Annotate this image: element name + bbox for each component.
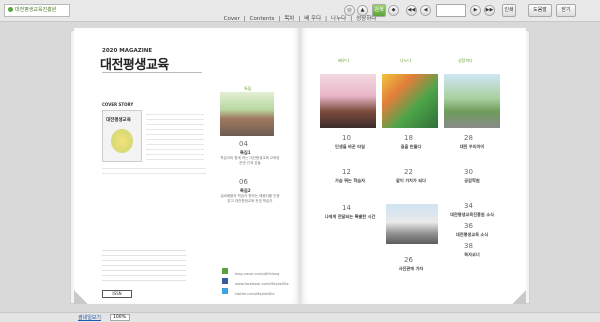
logo-icon <box>8 7 13 12</box>
grow-photo <box>444 74 500 128</box>
toc-link-contents[interactable]: Contents <box>250 16 275 22</box>
twitter-link-row[interactable]: twitter.com/MaybeDile <box>222 280 275 299</box>
toc-link-cover[interactable]: Cover <box>224 16 240 22</box>
toolbar: 대전평생교육진흥원 Cover | Contents | 목차 | 배 우다 | 나누다 | 성장하… <box>0 0 600 22</box>
col-header-learn: 배우다 <box>338 58 350 63</box>
print-button[interactable]: 인쇄 <box>502 4 516 17</box>
book-viewer: 2020 MAGAZINE 대전평생교육 COVER STORY 대전평생교육 … <box>70 24 530 312</box>
toc-item-10-title[interactable]: 인생을 바꾼 타일 <box>326 144 374 150</box>
toc-item-14-title[interactable]: 나에게 전달되는 특별한 시간 <box>314 214 386 220</box>
toc-item-36-title[interactable]: 대전평생교육 소식 <box>438 232 506 238</box>
thumbnail-view-link[interactable]: 썸네일보기 <box>78 314 101 321</box>
toc-item-38-title[interactable]: 독자코너 <box>438 252 506 258</box>
page-curl-left[interactable] <box>74 290 88 304</box>
toc-item-18-number[interactable]: 18 <box>404 134 413 142</box>
col-header-grow: 성장하다 <box>458 58 473 63</box>
learn-photo <box>320 74 376 128</box>
first-page-button[interactable]: ◀◀ <box>406 5 417 16</box>
toc-item-12-number[interactable]: 12 <box>342 168 351 176</box>
article-06-text: 실버배움의 학습자 원하는 배움터를 인증받고 대전평생교육 운영 학습자 <box>220 194 280 203</box>
toc-link-share[interactable]: 나누다 <box>331 16 346 22</box>
status-bar: 썸네일보기 100% <box>0 312 600 322</box>
last-page-button[interactable]: ▶▶ <box>484 5 495 16</box>
help-button[interactable]: 도움말 <box>528 4 552 17</box>
toc-item-26-title[interactable]: 사진관에 가자 <box>386 266 436 272</box>
building-photo <box>386 204 438 244</box>
magazine-title: 대전평생교육 <box>100 58 169 73</box>
toc-item-34-title[interactable]: 대전평생교육진흥원 소식 <box>438 212 506 218</box>
article-06-number[interactable]: 06 <box>239 178 248 186</box>
toc-item-30-number[interactable]: 30 <box>464 168 473 176</box>
toc-item-30-title[interactable]: 공감학원 <box>446 178 498 184</box>
left-page[interactable]: 2020 MAGAZINE 대전평생교육 COVER STORY 대전평생교육 … <box>74 28 300 304</box>
page-curl-right[interactable] <box>512 290 526 304</box>
article-04-text: 학습자와 함께 하는 대전평생교육 교육장 운영 관계 분들 <box>220 156 280 165</box>
share-button[interactable]: ◎ <box>344 5 355 16</box>
toc-item-10-number[interactable]: 10 <box>342 134 351 142</box>
next-page-button[interactable]: ▶ <box>470 5 481 16</box>
cover-story-text <box>146 110 204 160</box>
bookmark-button[interactable]: ▲ <box>357 5 368 16</box>
toc-item-28-number[interactable]: 28 <box>464 134 473 142</box>
feature-photo <box>220 92 274 136</box>
toc-item-38-number[interactable]: 38 <box>464 242 473 250</box>
right-page[interactable]: 배우다 나누다 성장하다 10 인생을 바꾼 타일 12 가슴 뛰는 학습자 1… <box>300 28 526 304</box>
page-number-input[interactable] <box>436 4 466 17</box>
toc-item-12-title[interactable]: 가슴 뛰는 학습자 <box>326 178 374 184</box>
zoom-select[interactable]: 100% <box>110 314 130 321</box>
share-photo <box>382 74 438 128</box>
toc-item-18-title[interactable]: 길을 만들다 <box>386 144 436 150</box>
article-04-number[interactable]: 04 <box>239 140 248 148</box>
close-button[interactable]: 닫기 <box>556 4 576 17</box>
divider <box>102 72 202 73</box>
toc-item-28-title[interactable]: 대전 우리아이 <box>446 144 498 150</box>
twitter-icon <box>222 287 228 294</box>
toc-link-learn[interactable]: 배 우다 <box>304 16 321 22</box>
cover-thumbnail[interactable]: 대전평생교육 <box>102 110 142 162</box>
sound-button[interactable]: ◆ <box>388 5 399 16</box>
search-button[interactable]: 검색 <box>372 4 386 17</box>
cover-caption <box>102 164 206 176</box>
toc-item-34-number[interactable]: 34 <box>464 202 473 210</box>
cover-story-label: COVER STORY <box>102 102 134 107</box>
cover-graphic <box>111 129 133 153</box>
barcode-badge: ISSN <box>102 290 132 298</box>
prev-page-button[interactable]: ◀ <box>420 5 431 16</box>
publisher-info <box>102 246 186 282</box>
toc-link-mokcha[interactable]: 목차 <box>284 16 294 22</box>
toc-item-22-number[interactable]: 22 <box>404 168 413 176</box>
toc-item-22-title[interactable]: 같이 가치가 되다 <box>386 178 436 184</box>
col-header-share: 나누다 <box>400 58 412 63</box>
toc-item-36-number[interactable]: 36 <box>464 222 473 230</box>
toc-item-26-number[interactable]: 26 <box>404 256 413 264</box>
toc-item-14-number[interactable]: 14 <box>342 204 351 212</box>
